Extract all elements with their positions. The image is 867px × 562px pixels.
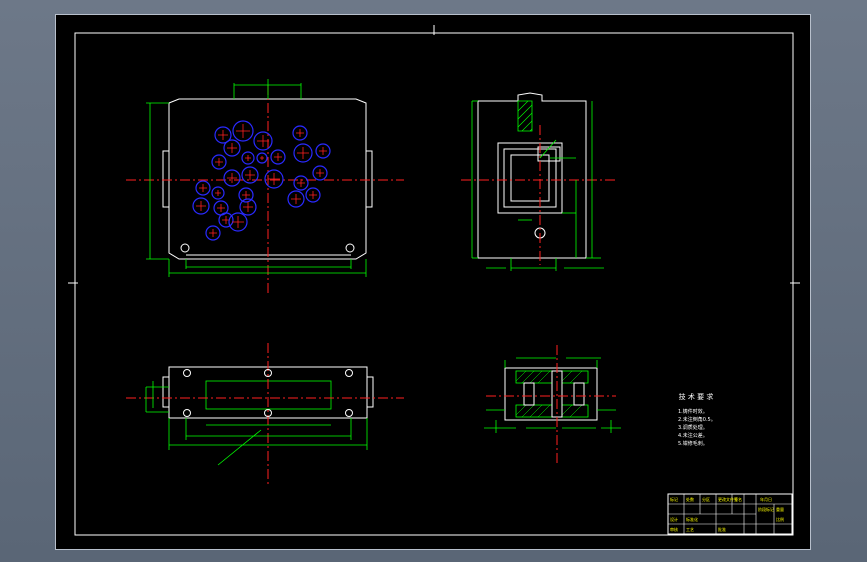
- hole-center-mark: [243, 202, 253, 212]
- hole-center-mark: [274, 153, 282, 161]
- section-view[interactable]: [484, 345, 621, 465]
- top-view-lug-left: [162, 376, 170, 408]
- hole-center-mark: [297, 147, 309, 159]
- hole-center-mark: [242, 191, 250, 199]
- top-view-hole: [345, 369, 353, 377]
- top-view-hole: [183, 369, 191, 377]
- front-view[interactable]: [126, 79, 404, 293]
- tb-mark: 标记: [670, 496, 678, 502]
- side-view-hatched-section: [517, 100, 533, 132]
- hole-center-mark: [236, 124, 250, 138]
- cad-drawing: 技 术 要 求 1.铸件时效。 2.未注倒角0.5。 3.调质处理。 4.未注公…: [68, 25, 800, 536]
- cad-viewport[interactable]: 技 术 要 求 1.铸件时效。 2.未注倒角0.5。 3.调质处理。 4.未注公…: [55, 14, 811, 550]
- hole-center-mark: [217, 204, 225, 212]
- side-view-dimensions: [471, 100, 604, 271]
- hole-center-mark: [227, 143, 237, 153]
- hole-center-mark: [316, 169, 324, 177]
- tb-weight: 重量: [776, 506, 784, 512]
- tb-approve: 批准: [718, 526, 726, 532]
- hole-center-mark: [227, 173, 237, 183]
- hole-center-mark: [297, 179, 305, 187]
- front-view-lug-right: [365, 150, 373, 208]
- top-view-lug-right: [366, 376, 374, 408]
- hole-center-mark: [257, 135, 269, 147]
- tb-count: 处数: [686, 496, 694, 502]
- tb-date: 年月日: [760, 496, 772, 502]
- hole-center-mark: [196, 201, 206, 211]
- hole-center-mark: [309, 191, 317, 199]
- hole-center-mark: [319, 147, 327, 155]
- hole-center-mark: [268, 173, 280, 185]
- tb-scale: 比例: [776, 516, 784, 522]
- technical-requirements: 技 术 要 求 1.铸件时效。 2.未注倒角0.5。 3.调质处理。 4.未注公…: [678, 392, 716, 447]
- hole-center-mark: [245, 155, 251, 161]
- side-view[interactable]: [461, 92, 616, 271]
- hole-center-mark: [291, 194, 301, 204]
- hole-center-mark: [296, 129, 304, 137]
- front-view-lug-left: [162, 150, 170, 208]
- hole-center-mark: [232, 216, 244, 228]
- hole-center-mark: [215, 158, 223, 166]
- side-view-hatch-lines: [517, 100, 533, 132]
- note-line-5: 5.钳修毛刺。: [678, 440, 708, 447]
- note-line-2: 2.未注倒角0.5。: [678, 416, 716, 423]
- tb-signature: 签名: [734, 496, 742, 502]
- side-view-pocket: [497, 142, 563, 214]
- note-line-3: 3.调质处理。: [678, 424, 708, 431]
- tb-stage: 阶段标记: [758, 506, 774, 512]
- tb-design: 设计: [670, 516, 678, 522]
- hole-center-mark: [218, 130, 228, 140]
- hole-center-mark: [245, 170, 255, 180]
- hole-center-mark: [209, 229, 217, 237]
- title-block[interactable]: 标记 处数 分区 更改文件号 签名 年月日 设计 标准化 阶段标记 重量 比例 …: [667, 493, 793, 535]
- section-view-hatch-lines: [515, 370, 583, 418]
- top-view-dimensions: [145, 381, 368, 466]
- front-view-pin-right: [345, 243, 355, 253]
- hole-center-mark: [199, 184, 207, 192]
- top-view[interactable]: [126, 343, 404, 485]
- top-view-hole: [345, 409, 353, 417]
- drawing-frame: [68, 25, 800, 536]
- tb-process: 工艺: [686, 527, 694, 532]
- front-view-dimensions: [146, 79, 367, 277]
- hole-center-mark: [215, 190, 221, 196]
- notes-title: 技 术 要 求: [679, 392, 714, 401]
- tb-review: 审核: [670, 526, 678, 532]
- top-view-hole: [183, 409, 191, 417]
- note-line-4: 4.未注公差。: [678, 432, 708, 439]
- tb-standard: 标准化: [686, 516, 698, 522]
- tb-zone: 分区: [702, 496, 710, 502]
- front-view-pin-left: [180, 243, 190, 253]
- outer-frame-line: [74, 32, 794, 536]
- note-line-1: 1.铸件时效。: [678, 408, 708, 415]
- hole-center-mark: [260, 156, 264, 160]
